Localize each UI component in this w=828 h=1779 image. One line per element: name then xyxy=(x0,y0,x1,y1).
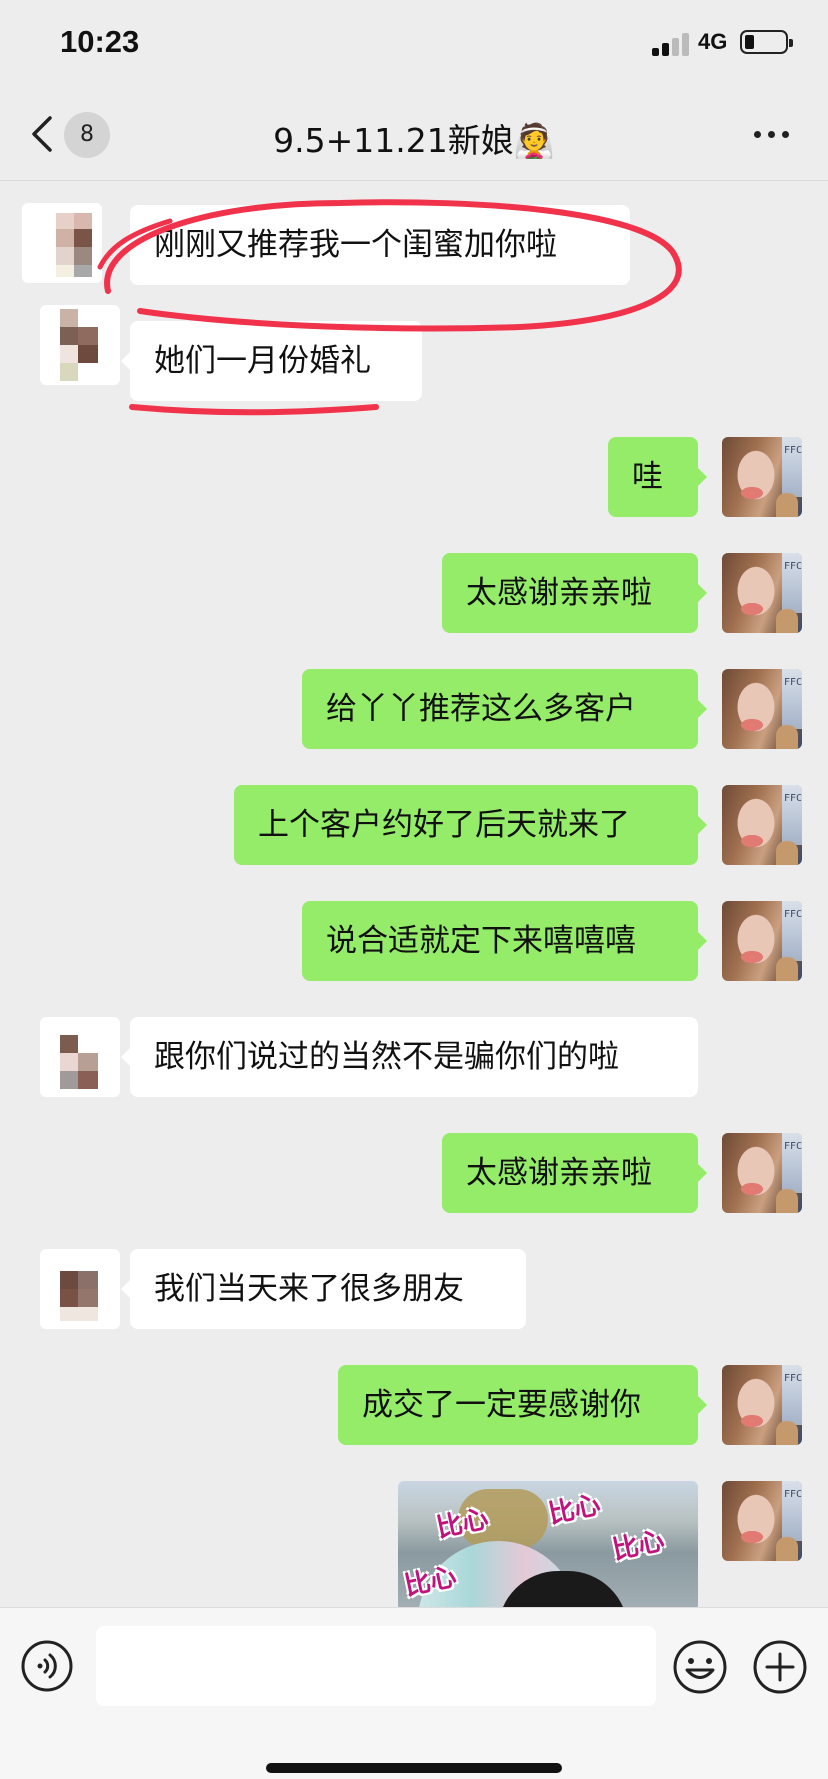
message-bubble-outgoing[interactable]: 说合适就定下来嘻嘻嘻 xyxy=(302,901,707,981)
message-bubble-incoming[interactable]: 刚刚又推荐我一个闺蜜加你啦 xyxy=(121,205,630,285)
more-options-icon[interactable] xyxy=(750,124,794,144)
message-bubble-outgoing[interactable]: 太感谢亲亲啦 xyxy=(442,1133,707,1213)
my-avatar[interactable]: FFC xyxy=(722,1481,802,1561)
my-avatar[interactable]: FFC xyxy=(722,901,802,981)
sticker-image[interactable]: 比心 比心 比心 比心 xyxy=(398,1481,698,1607)
message-bubble-incoming[interactable]: 我们当天来了很多朋友 xyxy=(121,1249,526,1329)
emoji-icon[interactable] xyxy=(672,1639,728,1695)
message-input[interactable] xyxy=(96,1626,656,1706)
message-bubble-incoming[interactable]: 她们一月份婚礼 xyxy=(121,321,422,401)
chat-title: 9.5+11.21新娘👰 xyxy=(273,121,555,160)
contact-avatar[interactable] xyxy=(40,1017,120,1097)
message-bubble-outgoing[interactable]: 哇 xyxy=(608,437,707,517)
voice-input-icon[interactable] xyxy=(20,1639,74,1693)
message-bubble-outgoing[interactable]: 上个客户约好了后天就来了 xyxy=(234,785,707,865)
contact-avatar[interactable] xyxy=(22,203,102,283)
message-list[interactable]: 刚刚又推荐我一个闺蜜加你啦 她们一月份婚礼 FFC 哇 FFC 太感谢亲亲啦 F… xyxy=(0,181,828,1607)
home-indicator xyxy=(266,1763,562,1773)
my-avatar[interactable]: FFC xyxy=(722,437,802,517)
message-bubble-outgoing[interactable]: 成交了一定要感谢你 xyxy=(338,1365,707,1445)
my-avatar[interactable]: FFC xyxy=(722,1133,802,1213)
contact-avatar[interactable] xyxy=(40,305,120,385)
signal-icon xyxy=(652,32,692,56)
contact-avatar[interactable] xyxy=(40,1249,120,1329)
plus-icon[interactable] xyxy=(752,1639,808,1695)
network-label: 4G xyxy=(698,29,728,54)
message-bubble-outgoing[interactable]: 太感谢亲亲啦 xyxy=(442,553,707,633)
chat-input-bar xyxy=(0,1607,828,1779)
chat-header: 8 9.5+11.21新娘👰 xyxy=(0,88,828,181)
my-avatar[interactable]: FFC xyxy=(722,1365,802,1445)
sticker-word: 比心 xyxy=(609,1525,668,1567)
status-bar: 10:23 4G xyxy=(0,0,828,88)
battery-icon xyxy=(740,30,793,54)
my-avatar[interactable]: FFC xyxy=(722,669,802,749)
my-avatar[interactable]: FFC xyxy=(722,785,802,865)
message-bubble-incoming[interactable]: 跟你们说过的当然不是骗你们的啦 xyxy=(121,1017,698,1097)
message-bubble-outgoing[interactable]: 给丫丫推荐这么多客户 xyxy=(302,669,707,749)
status-time: 10:23 xyxy=(60,24,140,59)
my-avatar[interactable]: FFC xyxy=(722,553,802,633)
sticker-word: 比心 xyxy=(545,1489,604,1531)
